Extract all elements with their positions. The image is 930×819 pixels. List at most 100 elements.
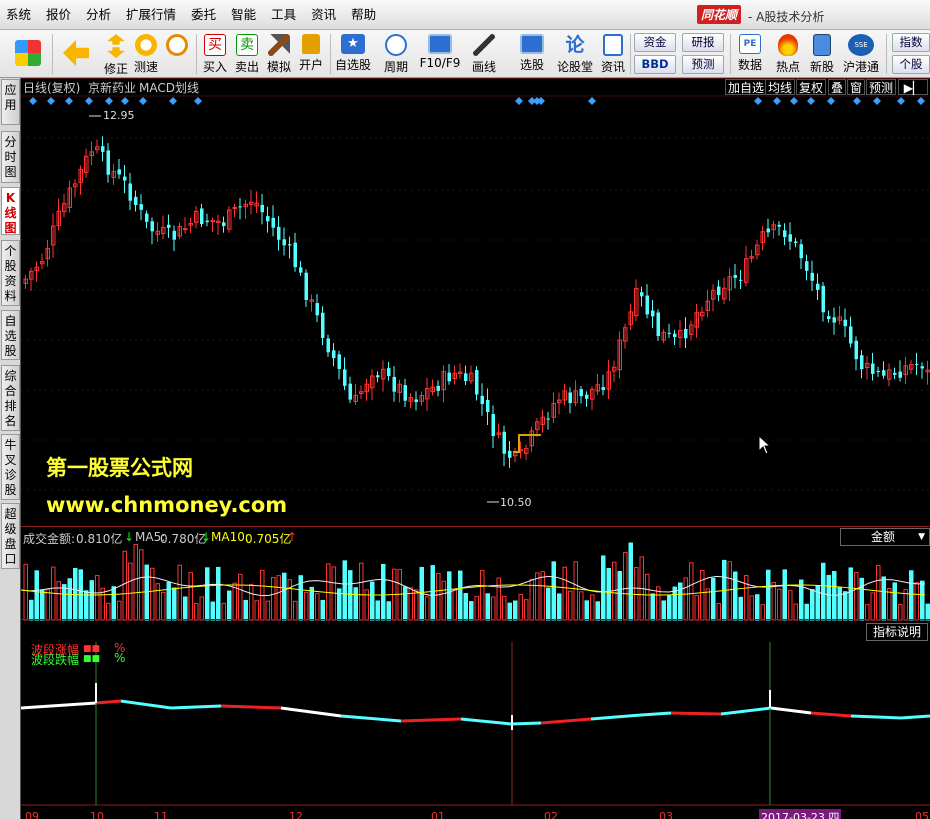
lock-icon: [302, 34, 320, 54]
candle-down: [491, 414, 495, 437]
bbd-button[interactable]: BBD: [634, 55, 676, 74]
hotspot-button[interactable]: 热点: [771, 32, 805, 76]
menu-news[interactable]: 资讯: [305, 0, 345, 30]
sidebar-tab-intraday[interactable]: 分时图: [1, 131, 20, 183]
volume-bar: [40, 589, 45, 621]
volume-label: 成交金额:: [23, 532, 76, 546]
menu-trade[interactable]: 委托: [185, 0, 225, 30]
star-icon: ★: [341, 34, 365, 54]
chart-canvas[interactable]: [21, 78, 930, 819]
forecast-button[interactable]: 预测: [682, 55, 724, 74]
candle-down: [640, 292, 644, 297]
indicator-line-segment: [340, 714, 402, 723]
kline-chart-area[interactable]: 日线(复权) 京新药业 MACD划线 加自选 均线 复权 叠 窗 预测 ▶▏ 1…: [21, 78, 930, 819]
forum-button[interactable]: 论 论股堂: [556, 32, 594, 76]
volume-bar: [287, 579, 292, 621]
drawline-button[interactable]: 画线: [466, 32, 502, 76]
volume-bar: [386, 601, 391, 621]
speedtest-button[interactable]: 测速: [132, 32, 160, 76]
event-marker-icon: [790, 97, 798, 105]
event-marker-icon: [917, 97, 925, 105]
window-button[interactable]: 窗: [847, 79, 866, 95]
f10-button[interactable]: F10/F9: [418, 32, 462, 76]
volume-bar: [161, 591, 166, 621]
watchlist-button[interactable]: ★ 自选股: [333, 32, 373, 76]
sell-button[interactable]: 卖 卖出: [232, 32, 262, 76]
add-watchlist-button[interactable]: 加自选: [725, 79, 768, 95]
sidebar-tab-ranking[interactable]: 综合排名: [1, 365, 20, 431]
volume-bar: [216, 566, 221, 621]
menu-system[interactable]: 系统: [0, 0, 40, 30]
macd-draw-line: [513, 434, 541, 453]
open-account-button[interactable]: 开户: [296, 32, 326, 76]
menu-quote[interactable]: 报价: [40, 0, 80, 30]
ipo-button[interactable]: 新股: [808, 32, 836, 76]
adjust-button[interactable]: 复权: [796, 79, 827, 95]
expand-icon[interactable]: ▶▏: [898, 79, 928, 95]
volume-bar: [491, 596, 496, 621]
volume-bar: [425, 596, 430, 621]
legend-fall-unit: %: [114, 651, 126, 665]
forecast-chart-button[interactable]: 预测: [866, 79, 897, 95]
menu-help[interactable]: 帮助: [345, 0, 385, 30]
candle-down: [222, 222, 226, 227]
menu-smart[interactable]: 智能: [225, 0, 265, 30]
candle-down: [117, 169, 121, 175]
index-button[interactable]: 指数: [892, 33, 930, 52]
sidebar-tab-diagnosis[interactable]: 牛叉诊股: [1, 434, 20, 500]
sidebar-tab-level2[interactable]: 超级盘口: [1, 503, 20, 569]
period-button[interactable]: 周期: [378, 32, 414, 76]
back-button[interactable]: [58, 32, 94, 76]
volume-metric-select[interactable]: 金额 ▼: [840, 528, 930, 546]
low-price-label: 10.50: [500, 496, 532, 509]
clock-button[interactable]: [163, 32, 191, 76]
candle-down: [849, 326, 853, 344]
sidebar-tab-apps[interactable]: 应用: [1, 79, 20, 125]
menu-tools[interactable]: 工具: [265, 0, 305, 30]
volume-bar: [106, 602, 111, 621]
volume-bar: [62, 584, 67, 621]
volume-down-arrow: ↓: [124, 530, 135, 544]
data-button[interactable]: PE 数据: [735, 32, 765, 76]
period-label[interactable]: 日线(复权): [23, 79, 80, 96]
volume-bar: [381, 563, 386, 621]
volume-bar: [738, 596, 743, 621]
windows-button[interactable]: [8, 32, 48, 76]
ma-button[interactable]: 均线: [765, 79, 796, 95]
candle-down: [101, 146, 105, 152]
menu-extended-market[interactable]: 扩展行情: [120, 0, 185, 30]
volume-bar: [210, 601, 215, 621]
hk-connect-button[interactable]: SSE HKE 沪港通: [840, 32, 882, 76]
sidebar-tab-profile[interactable]: 个股资料: [1, 240, 20, 306]
indicator-explain-button[interactable]: 指标说明: [866, 623, 928, 641]
volume-bar: [353, 587, 358, 621]
research-button[interactable]: 研报: [682, 33, 724, 52]
indicator-name[interactable]: MACD划线: [139, 79, 199, 96]
sidebar-tab-watchlist[interactable]: 自选股: [1, 310, 20, 360]
menu-analysis[interactable]: 分析: [80, 0, 120, 30]
volume-bar: [584, 600, 589, 621]
candle-down: [827, 316, 831, 320]
fix-button[interactable]: 修正: [102, 32, 130, 76]
candle-down: [480, 395, 484, 404]
simulate-button[interactable]: 模拟: [264, 32, 294, 76]
volume-bar: [34, 570, 39, 621]
candle-down: [502, 431, 506, 454]
volume-ma5-line: [21, 575, 926, 597]
buy-button[interactable]: 买 买入: [200, 32, 230, 76]
overlay-button[interactable]: 叠: [828, 79, 847, 95]
volume-bar: [309, 586, 314, 621]
stock-button[interactable]: 个股: [892, 55, 930, 74]
stock-screen-button[interactable]: 选股: [512, 32, 552, 76]
sidebar-tab-kline[interactable]: K线图: [1, 187, 20, 235]
volume-bar: [326, 563, 331, 621]
volume-bar: [892, 582, 897, 621]
candle-down: [568, 392, 572, 404]
info-button[interactable]: 资讯: [598, 32, 628, 76]
indicator-line-segment: [460, 717, 512, 726]
windows-icon: [15, 40, 41, 66]
fund-button[interactable]: 资金: [634, 33, 676, 52]
indicator-line-segment: [810, 711, 852, 718]
volume-bar: [155, 583, 160, 621]
left-sidebar: 应用 分时图 K线图 个股资料 自选股 综合排名 牛叉诊股 超级盘口: [0, 78, 21, 819]
